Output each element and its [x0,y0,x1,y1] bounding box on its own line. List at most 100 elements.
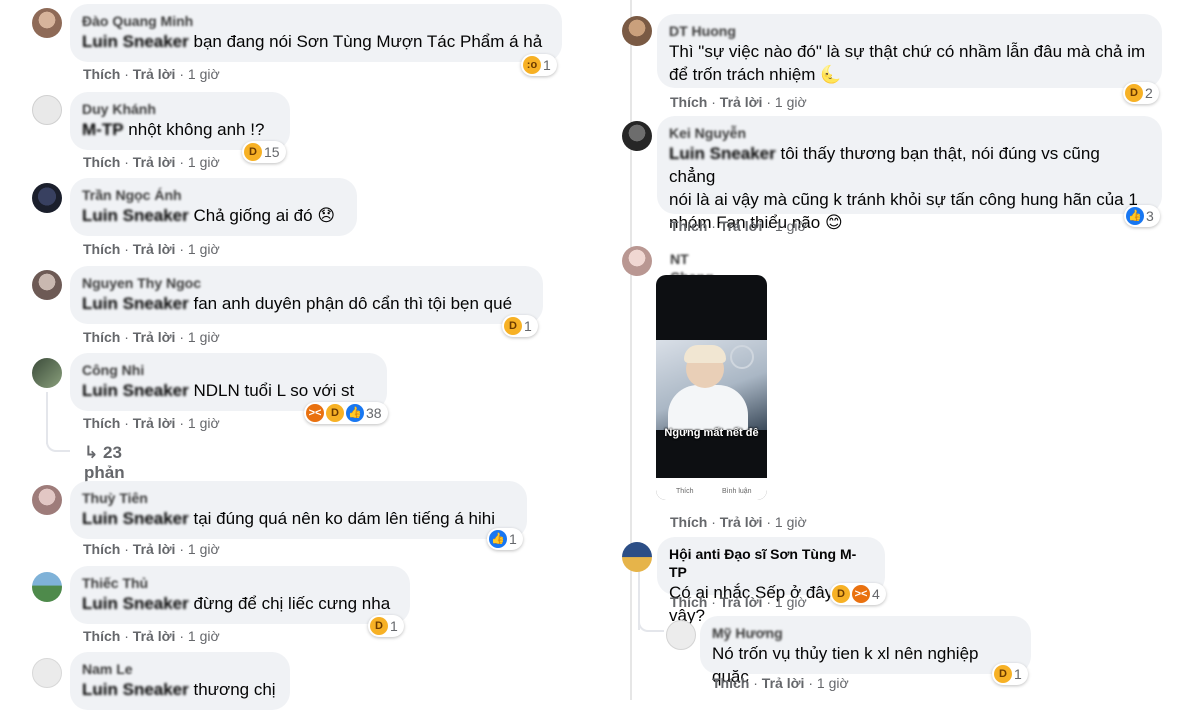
reaction-badge[interactable]: 👍 1 [487,528,523,550]
comment-text: bạn đang nói Sơn Tùng Mượn Tác Phẩm á hả [193,32,543,51]
video-controls: Thích Bình luận [656,478,767,500]
reply-arrow-icon: ↳ [84,443,99,462]
reaction-badge[interactable]: :o 1 [521,54,557,76]
reply-button[interactable]: Trả lời [720,594,763,610]
comment-author[interactable]: Đào Quang Minh [82,12,550,30]
avatar[interactable] [32,8,62,38]
comment-bubble: DT Huong Thì "sự việc nào đó" là sự thật… [657,14,1162,88]
comment-time[interactable]: 1 giờ [775,514,807,530]
reply-button[interactable]: Trả lời [720,514,763,530]
like-button[interactable]: Thích [83,154,120,170]
reply-button[interactable]: Trả lời [133,628,176,644]
reply-button[interactable]: Trả lời [762,675,805,691]
video-comment-label[interactable]: Bình luận [722,488,752,495]
comment-author[interactable]: Thiếc Thủ [82,574,398,592]
like-button[interactable]: Thích [83,66,120,82]
avatar[interactable] [32,485,62,515]
reaction-badge[interactable]: D 1 [502,315,538,337]
comment-actions: Thích · Trả lời · 1 giờ [712,675,849,691]
avatar[interactable] [32,270,62,300]
reaction-badge[interactable]: D 1 [992,663,1028,685]
comment-author[interactable]: DT Huong [669,22,1150,40]
like-button[interactable]: Thích [670,94,707,110]
reaction-badge[interactable]: >< D 👍 38 [304,402,388,424]
reply-button[interactable]: Trả lời [720,218,763,234]
comment-time[interactable]: 1 giờ [188,329,220,345]
comment-author[interactable]: Nguyen Thy Ngoc [82,274,531,292]
avatar[interactable] [622,542,652,572]
avatar[interactable] [622,121,652,151]
comment-time[interactable]: 1 giờ [188,415,220,431]
comment-bubble: Thuỳ Tiên Luin Sneaker tại đúng quá nên … [70,481,527,539]
comment-text: tại đúng quá nên ko dám lên tiếng á hihi [193,509,496,528]
comment-author[interactable]: Thuỳ Tiên [82,489,515,507]
comment-time[interactable]: 1 giờ [188,628,220,644]
comment-author[interactable]: Duy Khánh [82,100,278,118]
video-attachment[interactable]: Ngưng mất nết đê Thích Bình luận [656,275,767,500]
avatar[interactable] [666,620,696,650]
like-button[interactable]: Thích [83,541,120,557]
like-button[interactable]: Thích [83,241,120,257]
avatar[interactable] [32,95,62,125]
reply-button[interactable]: Trả lời [133,154,176,170]
comment-time[interactable]: 1 giờ [817,675,849,691]
comment-author[interactable]: Nam Le [82,660,278,678]
reaction-badge[interactable]: D 2 [1123,82,1159,104]
reply-button[interactable]: Trả lời [133,329,176,345]
comment-author[interactable]: Công Nhi [82,361,375,379]
mention-link[interactable]: Luin Sneaker [82,206,189,225]
mention-link[interactable]: Luin Sneaker [82,509,189,528]
reaction-badge[interactable]: 👍 3 [1124,205,1160,227]
avatar[interactable] [32,572,62,602]
avatar[interactable] [622,16,652,46]
like-button[interactable]: Thích [670,594,707,610]
comment-time[interactable]: 1 giờ [188,154,220,170]
comment-actions: Thích · Trả lời · 1 giờ [670,594,807,610]
like-button[interactable]: Thích [712,675,749,691]
reply-button[interactable]: Trả lời [133,66,176,82]
mention-link[interactable]: M-TP [82,120,124,139]
like-button[interactable]: Thích [83,415,120,431]
wow-reaction-icon: :o [523,56,541,74]
comment-bubble: Nguyen Thy Ngoc Luin Sneaker fan anh duy… [70,266,543,324]
comment-author[interactable]: Hội anti Đạo sĩ Sơn Tùng M-TP [669,545,873,581]
comment-time[interactable]: 1 giờ [775,94,807,110]
comment-author[interactable]: Kei Nguyễn [669,124,1150,142]
comment-time[interactable]: 1 giờ [188,66,220,82]
comment-time[interactable]: 1 giờ [775,218,807,234]
haha-reaction-icon: D [326,404,344,422]
reaction-badge[interactable]: D 15 [242,141,286,163]
reply-button[interactable]: Trả lời [133,541,176,557]
comment-time[interactable]: 1 giờ [188,241,220,257]
like-button[interactable]: Thích [670,514,707,530]
comment-time[interactable]: 1 giờ [775,594,807,610]
mention-link[interactable]: Luin Sneaker [82,594,189,613]
reaction-count: 1 [543,57,551,73]
mention-link[interactable]: Luin Sneaker [669,144,776,163]
mention-link[interactable]: Luin Sneaker [82,294,189,313]
like-button[interactable]: Thích [670,218,707,234]
reply-button[interactable]: Trả lời [133,415,176,431]
haha-reaction-icon: D [832,585,850,603]
haha-reaction-icon: D [1125,84,1143,102]
reaction-count: 15 [264,144,280,160]
mention-link[interactable]: Luin Sneaker [82,680,189,699]
reply-button[interactable]: Trả lời [720,94,763,110]
reaction-badge[interactable]: D >< 4 [830,583,886,605]
video-like-label[interactable]: Thích [676,488,694,495]
avatar[interactable] [622,246,652,276]
like-button[interactable]: Thích [83,329,120,345]
avatar[interactable] [32,183,62,213]
avatar[interactable] [32,358,62,388]
avatar[interactable] [32,658,62,688]
reaction-badge[interactable]: D 1 [368,615,404,637]
like-button[interactable]: Thích [83,628,120,644]
comment-time[interactable]: 1 giờ [188,541,220,557]
comment-text: để trốn trách nhiệm 🌜 [669,65,842,84]
comment-author[interactable]: Mỹ Hương [712,624,1019,642]
comment-text: đừng để chị liếc cưng nha [193,594,391,613]
mention-link[interactable]: Luin Sneaker [82,381,189,400]
reply-button[interactable]: Trả lời [133,241,176,257]
mention-link[interactable]: Luin Sneaker [82,32,189,51]
comment-author[interactable]: Trần Ngọc Ánh [82,186,345,204]
